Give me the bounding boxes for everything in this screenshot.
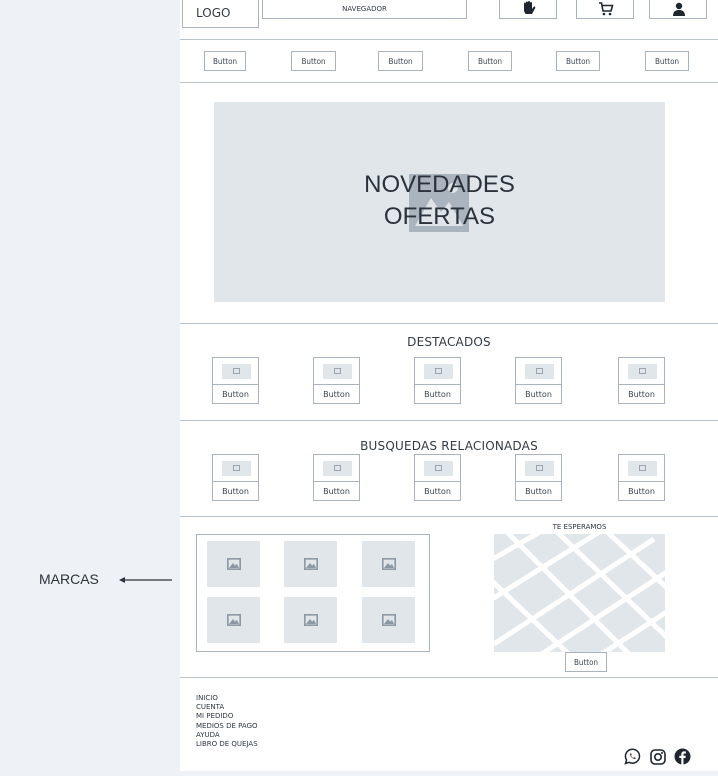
image-icon: [435, 368, 442, 374]
destacados-title: DESTACADOS: [407, 335, 491, 349]
product-image: [525, 461, 554, 476]
instagram-icon[interactable]: [650, 749, 666, 765]
nav-button-4[interactable]: Button: [468, 51, 512, 71]
hand-icon: [524, 1, 536, 14]
divider: [180, 420, 718, 421]
card-button[interactable]: Button: [516, 481, 561, 501]
map-button[interactable]: Button: [565, 652, 607, 672]
card-button[interactable]: Button: [213, 481, 258, 501]
busqueda-card[interactable]: Button: [212, 454, 259, 501]
map-title: TE ESPERAMOS: [552, 523, 607, 531]
destacado-card[interactable]: Button: [212, 357, 259, 404]
nav-button-2[interactable]: Button: [291, 51, 336, 71]
image-icon: [639, 465, 646, 471]
cart-icon: [599, 2, 614, 16]
cart-button[interactable]: [576, 0, 634, 19]
footer-links: INICIO CUENTA MI PEDIDO MEDIOS DE PAGO A…: [196, 694, 258, 749]
product-image: [628, 461, 657, 476]
image-icon: [536, 465, 543, 471]
footer-link-medios-de-pago[interactable]: MEDIOS DE PAGO: [196, 722, 258, 731]
product-image: [323, 364, 352, 379]
card-button[interactable]: Button: [619, 384, 664, 404]
hero-title-2: OFERTAS: [383, 203, 496, 230]
hand-button[interactable]: [499, 0, 557, 19]
page-bottom-edge: [180, 771, 718, 776]
product-image: [424, 364, 453, 379]
image-icon: [334, 368, 341, 374]
nav-button-6[interactable]: Button: [645, 51, 689, 71]
brand-logo[interactable]: [362, 541, 415, 587]
image-icon: [435, 465, 442, 471]
product-image: [525, 364, 554, 379]
brand-logo[interactable]: [362, 597, 415, 643]
image-icon: [382, 558, 396, 570]
card-button[interactable]: Button: [619, 481, 664, 501]
destacado-card[interactable]: Button: [313, 357, 360, 404]
user-icon: [673, 2, 685, 16]
arrow-left-icon: [119, 577, 172, 583]
destacado-card[interactable]: Button: [414, 357, 461, 404]
product-image: [222, 461, 251, 476]
card-button[interactable]: Button: [213, 384, 258, 404]
busqueda-card[interactable]: Button: [414, 454, 461, 501]
image-icon: [304, 558, 318, 570]
image-icon: [233, 368, 240, 374]
product-image: [323, 461, 352, 476]
footer-link-libro-de-quejas[interactable]: LIBRO DE QUEJAS: [196, 740, 258, 749]
footer-link-ayuda[interactable]: AYUDA: [196, 731, 258, 740]
card-button[interactable]: Button: [314, 481, 359, 501]
image-icon: [639, 368, 646, 374]
divider: [180, 677, 718, 678]
destacado-card[interactable]: Button: [515, 357, 562, 404]
navegador-search[interactable]: NAVEGADOR: [262, 0, 467, 19]
nav-button-3[interactable]: Button: [378, 51, 423, 71]
card-button[interactable]: Button: [516, 384, 561, 404]
busquedas-title: BUSQUEDAS RELACIONADAS: [360, 439, 538, 453]
facebook-icon[interactable]: [674, 748, 691, 765]
image-icon: [227, 558, 241, 570]
product-image: [424, 461, 453, 476]
brand-logo[interactable]: [284, 541, 337, 587]
divider: [180, 82, 718, 83]
image-icon: [304, 614, 318, 626]
hero-banner[interactable]: NOVEDADES OFERTAS: [214, 102, 665, 302]
image-icon: [536, 368, 543, 374]
brand-logo[interactable]: [284, 597, 337, 643]
footer-link-mi-pedido[interactable]: MI PEDIDO: [196, 712, 258, 721]
busqueda-card[interactable]: Button: [618, 454, 665, 501]
image-icon: [334, 465, 341, 471]
footer-link-cuenta[interactable]: CUENTA: [196, 703, 258, 712]
divider: [180, 323, 718, 324]
product-image: [628, 364, 657, 379]
card-button[interactable]: Button: [415, 481, 460, 501]
map[interactable]: [494, 534, 665, 652]
logo[interactable]: LOGO: [182, 0, 259, 28]
whatsapp-icon[interactable]: [624, 748, 641, 765]
nav-button-5[interactable]: Button: [556, 51, 600, 71]
image-icon: [227, 614, 241, 626]
destacado-card[interactable]: Button: [618, 357, 665, 404]
logo-text: LOGO: [196, 6, 231, 20]
card-button[interactable]: Button: [314, 384, 359, 404]
hero-title-1: NOVEDADES: [364, 171, 515, 198]
busqueda-card[interactable]: Button: [313, 454, 360, 501]
marcas-label: MARCAS: [39, 571, 99, 587]
divider: [180, 516, 718, 517]
divider: [180, 39, 718, 40]
image-icon: [382, 614, 396, 626]
navegador-label: NAVEGADOR: [342, 4, 387, 13]
product-image: [222, 364, 251, 379]
nav-button-1[interactable]: Button: [204, 51, 246, 71]
user-button[interactable]: [649, 0, 707, 19]
card-button[interactable]: Button: [415, 384, 460, 404]
busqueda-card[interactable]: Button: [515, 454, 562, 501]
brand-logo[interactable]: [207, 597, 260, 643]
brand-logo[interactable]: [207, 541, 260, 587]
footer-link-inicio[interactable]: INICIO: [196, 694, 258, 703]
marcas-grid: [196, 534, 430, 652]
image-icon: [233, 465, 240, 471]
